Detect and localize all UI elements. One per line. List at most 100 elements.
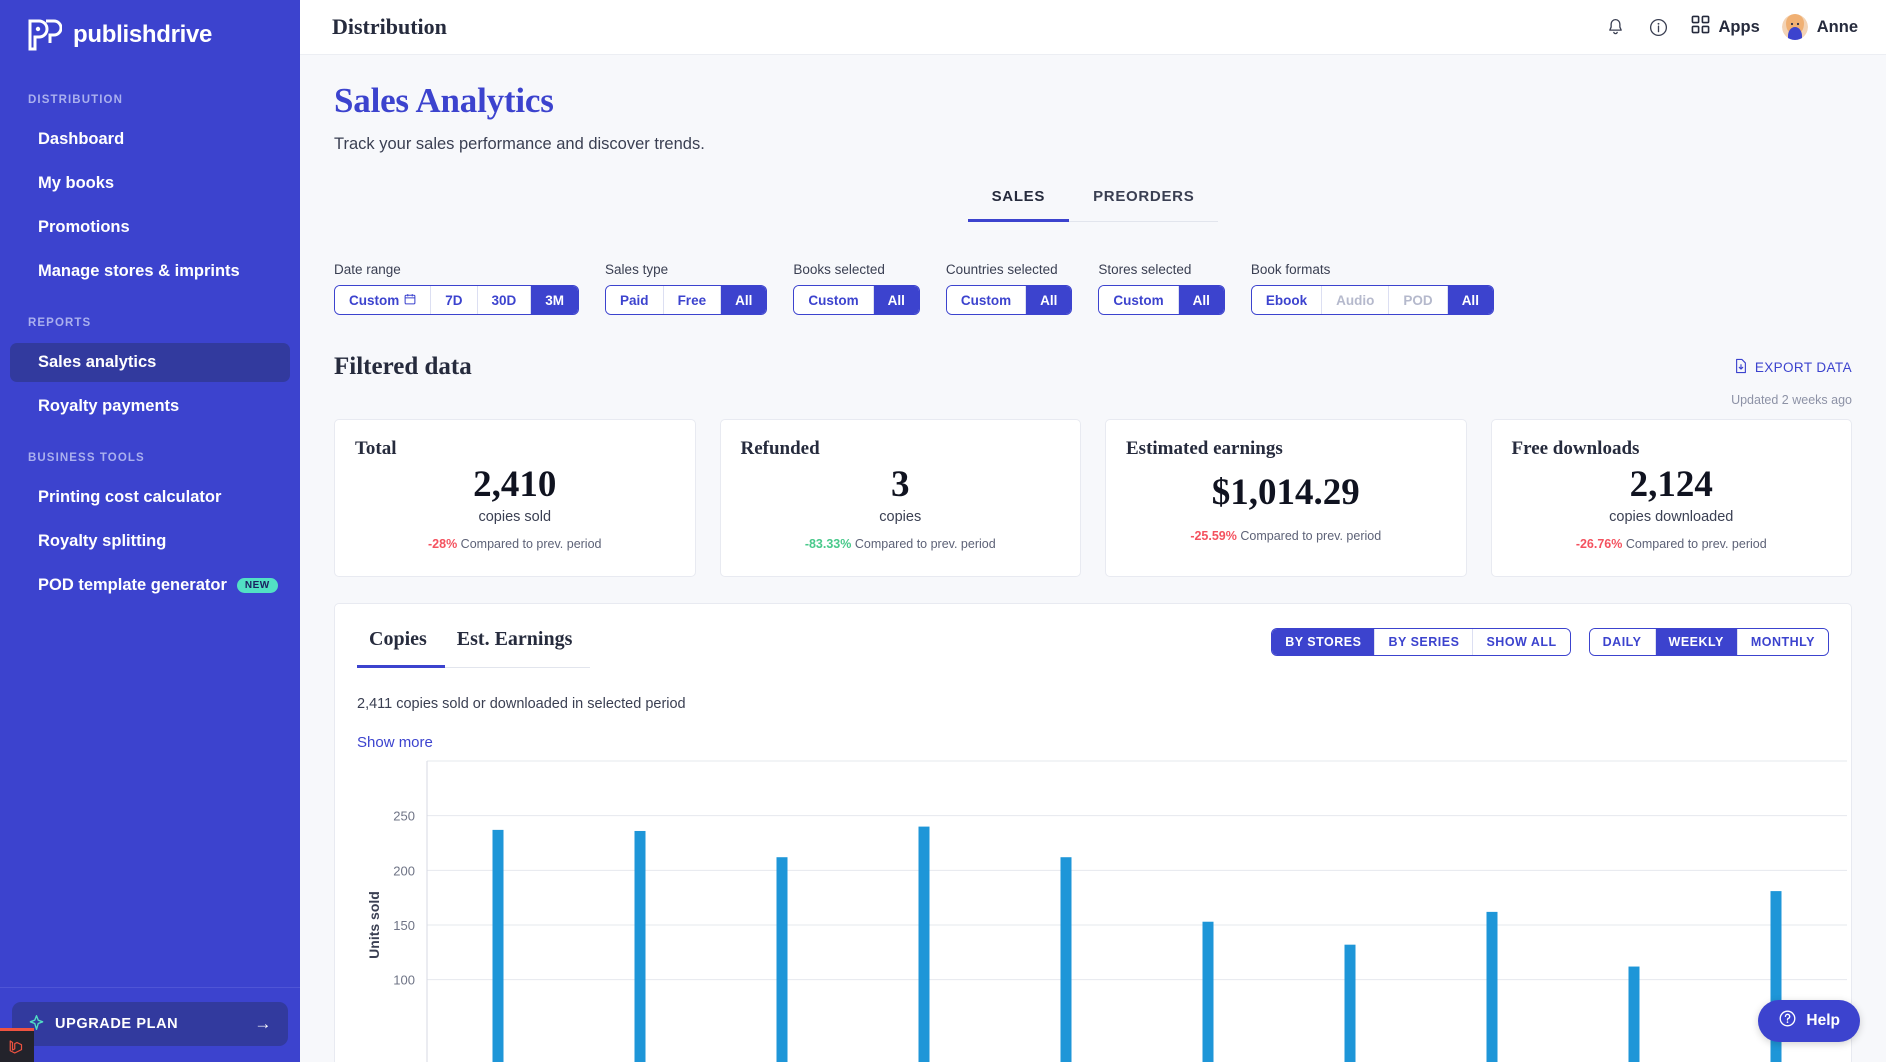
sidebar-item-manage-stores-imprints[interactable]: Manage stores & imprints [10, 252, 290, 291]
info-icon[interactable] [1648, 17, 1669, 38]
card-comparison-label: Compared to prev. period [854, 537, 996, 552]
sidebar-item-label: Sales analytics [38, 353, 157, 371]
date-range-3m-button[interactable]: 3M [531, 286, 579, 314]
show-more-link[interactable]: Show more [357, 734, 1829, 751]
svg-text:100: 100 [393, 973, 415, 988]
filters-bar: Date range Custom 7D 30D 3M Sales type P… [334, 262, 1852, 315]
stores-custom-button[interactable]: Custom [1099, 286, 1179, 314]
stores-all-button[interactable]: All [1178, 286, 1224, 314]
format-audio-button[interactable]: Audio [1322, 286, 1390, 314]
sidebar-item-printing-cost-calculator[interactable]: Printing cost calculator [10, 478, 290, 517]
stat-card-estimated-earnings: Estimated earnings $1,014.29 -25.59% Com… [1105, 419, 1467, 577]
format-all-button[interactable]: All [1447, 286, 1493, 314]
tab-copies[interactable]: Copies [357, 622, 445, 668]
sales-type-paid-button[interactable]: Paid [606, 286, 664, 314]
tab-preorders[interactable]: PREORDERS [1069, 188, 1218, 222]
chart-tabs: Copies Est. Earnings [357, 622, 591, 668]
card-body: 2,410 copies sold -28% Compared to prev.… [355, 460, 675, 556]
section-tabs-row: SALES PREORDERS [334, 188, 1852, 222]
sidebar-item-promotions[interactable]: Promotions [10, 208, 290, 247]
user-menu[interactable]: Anne [1781, 14, 1858, 40]
publishdrive-logo-icon [26, 18, 63, 52]
card-percent: -26.76% [1575, 537, 1623, 552]
sidebar-item-label: POD template generator [38, 576, 227, 594]
nav-group-business-tools-label: BUSINESS TOOLS [28, 452, 145, 464]
filter-stores-selected: Stores selected Custom All [1098, 262, 1225, 315]
brand-logo[interactable]: publishdrive [0, 0, 300, 52]
sidebar-item-sales-analytics[interactable]: Sales analytics [10, 343, 290, 382]
apps-button[interactable]: Apps [1691, 15, 1760, 39]
card-value: 3 [891, 463, 910, 505]
sidebar-item-my-books[interactable]: My books [10, 164, 290, 203]
format-ebook-button[interactable]: Ebook [1251, 286, 1323, 314]
sidebar-item-dashboard[interactable]: Dashboard [10, 120, 290, 159]
countries-custom-button[interactable]: Custom [946, 286, 1027, 314]
card-percent: -25.59% [1190, 529, 1237, 544]
card-value: $1,014.29 [1211, 471, 1360, 513]
filter-sales-type: Sales type Paid Free All [605, 262, 768, 315]
updated-timestamp: Updated 2 weeks ago [1731, 393, 1852, 407]
date-range-7d-button[interactable]: 7D [431, 286, 478, 314]
countries-all-button[interactable]: All [1026, 286, 1072, 314]
stat-cards: Total 2,410 copies sold -28% Compared to… [334, 419, 1852, 577]
card-title: Estimated earnings [1126, 438, 1283, 459]
book-formats-segmented: Ebook Audio POD All [1250, 285, 1494, 315]
nav-group-reports-label: REPORTS [28, 317, 92, 329]
card-percent: -83.33% [804, 537, 852, 552]
chart-controls: BY STORES BY SERIES SHOW ALL DAILY WEEKL… [1271, 622, 1829, 656]
card-unit: copies sold [478, 509, 552, 526]
card-comparison-label: Compared to prev. period [1240, 529, 1382, 544]
card-comparison: -25.59% Compared to prev. period [1190, 529, 1381, 543]
stat-card-refunded: Refunded 3 copies -83.33% Compared to pr… [719, 419, 1081, 577]
new-badge: NEW [236, 578, 278, 593]
question-circle-icon [1778, 1009, 1797, 1033]
breadcrumb: Distribution [332, 14, 447, 39]
weekly-button[interactable]: WEEKLY [1655, 629, 1738, 655]
books-all-button[interactable]: All [873, 286, 919, 314]
monthly-button[interactable]: MONTHLY [1737, 629, 1828, 655]
daily-button[interactable]: DAILY [1589, 629, 1656, 655]
tab-sales[interactable]: SALES [967, 188, 1070, 222]
sidebar-item-label: Printing cost calculator [38, 488, 222, 506]
filtered-data-title: Filtered data [334, 353, 472, 380]
card-comparison-label: Compared to prev. period [1625, 537, 1767, 552]
books-selected-segmented: Custom All [793, 285, 920, 315]
sidebar-item-label: Promotions [38, 218, 130, 236]
card-title: Free downloads [1511, 438, 1640, 459]
sidebar-item-royalty-payments[interactable]: Royalty payments [10, 387, 290, 426]
laravel-debugbar-icon[interactable] [0, 1028, 34, 1062]
sales-type-free-button[interactable]: Free [663, 286, 722, 314]
sidebar-item-royalty-splitting[interactable]: Royalty splitting [10, 522, 290, 561]
sidebar-item-pod-template-generator[interactable]: POD template generator NEW [10, 566, 290, 605]
export-data-button[interactable]: EXPORT DATA [1734, 358, 1852, 377]
sales-type-segmented: Paid Free All [605, 285, 768, 315]
filtered-data-header: Filtered data EXPORT DATA [334, 353, 1852, 381]
sidebar-item-label: Dashboard [38, 130, 125, 148]
date-range-custom-button[interactable]: Custom [335, 286, 432, 314]
sales-type-all-button[interactable]: All [721, 286, 767, 314]
sidebar-item-label: Manage stores & imprints [38, 262, 240, 280]
show-all-button[interactable]: SHOW ALL [1473, 629, 1570, 655]
format-pod-button[interactable]: POD [1389, 286, 1448, 314]
stat-card-total: Total 2,410 copies sold -28% Compared to… [334, 419, 696, 577]
page-title: Sales Analytics [334, 81, 554, 120]
section-tabs: SALES PREORDERS [967, 188, 1219, 222]
bar-chart[interactable]: 100 150 200 250 Units sold [357, 755, 1847, 1062]
card-comparison: -28% Compared to prev. period [428, 537, 602, 551]
card-body: 2,124 copies downloaded -26.76% Compared… [1512, 460, 1832, 556]
date-range-30d-button[interactable]: 30D [477, 286, 532, 314]
by-series-button[interactable]: BY SERIES [1375, 629, 1474, 655]
books-custom-button[interactable]: Custom [794, 286, 874, 314]
card-value: 2,410 [473, 463, 557, 505]
help-button[interactable]: Help [1758, 1000, 1860, 1042]
by-stores-button[interactable]: BY STORES [1272, 629, 1376, 655]
filter-date-range: Date range Custom 7D 30D 3M [334, 262, 580, 315]
nav-group-distribution-label: DISTRIBUTION [28, 94, 123, 106]
tab-est-earnings[interactable]: Est. Earnings [445, 622, 591, 668]
chart-caption: 2,411 copies sold or downloaded in selec… [357, 696, 686, 712]
filter-book-formats: Book formats Ebook Audio POD All [1250, 262, 1494, 315]
bell-icon[interactable] [1605, 17, 1626, 38]
date-range-segmented: Custom 7D 30D 3M [334, 285, 580, 315]
card-unit: copies downloaded [1609, 509, 1734, 526]
upgrade-plan-button[interactable]: UPGRADE PLAN → [12, 1002, 288, 1046]
